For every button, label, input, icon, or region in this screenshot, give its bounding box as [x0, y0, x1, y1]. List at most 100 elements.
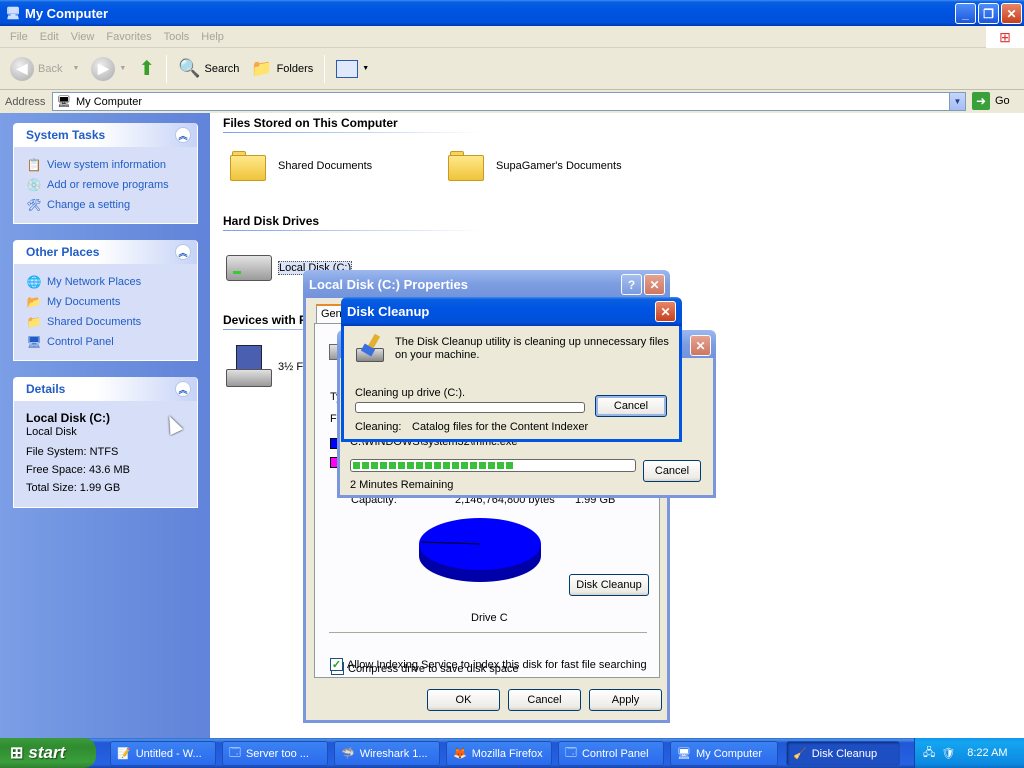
my-documents-link[interactable]: 📂 My Documents [26, 292, 191, 312]
menu-favorites[interactable]: Favorites [100, 31, 157, 43]
details-header[interactable]: Details ︽ [14, 377, 197, 401]
toolbar-separator [324, 54, 326, 83]
indexing-checkbox[interactable]: ✓ Allow Indexing Service to index this d… [330, 658, 647, 671]
menu-help[interactable]: Help [195, 31, 230, 43]
taskbar-item-my-computer[interactable]: 🖥 My Computer [670, 741, 778, 766]
cleaning-label: Cleaning: [355, 421, 402, 433]
back-button[interactable]: ◀ Back ▼ [6, 54, 83, 84]
menu-bar: File Edit View Favorites Tools Help ⊞ [0, 26, 1024, 48]
address-label: Address [5, 95, 46, 108]
scan-cancel-button[interactable]: Cancel [643, 460, 701, 482]
floppy-drive-icon [226, 345, 272, 389]
maximize-button[interactable]: ❐ [978, 3, 999, 24]
cleanup-titlebar[interactable]: Disk Cleanup ✕ [341, 297, 682, 326]
scan-remaining: 2 Minutes Remaining [350, 479, 454, 491]
hard-drive-icon [226, 255, 272, 281]
drive-pie-chart [419, 518, 541, 582]
my-computer-icon: 🖥 [677, 748, 691, 760]
clock[interactable]: 8:22 AM [967, 747, 1007, 759]
control-panel-link[interactable]: 🖥 Control Panel [26, 332, 191, 352]
add-remove-programs-link[interactable]: 💿 Add or remove programs [26, 175, 191, 195]
windows-logo-icon: ⊞ [986, 26, 1024, 48]
close-button[interactable]: ✕ [1001, 3, 1022, 24]
folder-icon [448, 151, 484, 181]
taskbar-item-server[interactable]: 🗔 Server too ... [222, 741, 328, 766]
search-icon: 🔍 [178, 58, 201, 78]
cleanup-progress-bar [355, 402, 585, 413]
network-tray-icon[interactable]: 🖧 [923, 744, 935, 763]
notepad-icon: 📝 [117, 748, 131, 760]
control-panel-icon: 🗔 [565, 747, 577, 759]
shared-documents-link[interactable]: 📁 Shared Documents [26, 312, 191, 332]
files-group-title: Files Stored on This Computer [223, 116, 398, 130]
chevron-down-icon: ▼ [72, 65, 80, 72]
collapse-icon[interactable]: ︽ [175, 244, 191, 260]
security-tray-icon[interactable]: 🛡 [941, 747, 955, 760]
my-network-places-link[interactable]: 🌐 My Network Places [26, 272, 191, 292]
chevron-down-icon: ▼ [119, 65, 127, 72]
go-button[interactable]: ➜ Go [972, 92, 1010, 110]
scan-progress-fill [353, 462, 513, 469]
hdd-group-title: Hard Disk Drives [223, 214, 320, 228]
address-input[interactable]: 🖥 My Computer ▼ [52, 92, 966, 111]
minimize-button[interactable]: _ [955, 3, 976, 24]
help-button[interactable]: ? [621, 274, 642, 295]
other-places-header[interactable]: Other Places ︽ [14, 240, 197, 264]
details-type: Local Disk [26, 426, 77, 438]
taskbar-item-wireshark[interactable]: 🦈 Wireshark 1... [334, 741, 440, 766]
my-computer-icon: 🖥 [57, 96, 71, 108]
apply-button[interactable]: Apply [589, 689, 662, 711]
divider [329, 632, 647, 633]
user-documents-item[interactable]: SupaGamer's Documents [448, 151, 622, 181]
window-titlebar[interactable]: 🖥 My Computer _ ❐ ✕ [0, 0, 1024, 26]
chevron-down-icon: ▼ [362, 65, 370, 72]
folder-icon [230, 151, 266, 181]
properties-titlebar[interactable]: Local Disk (C:) Properties ? ✕ [303, 270, 670, 298]
scan-progress-bar [350, 459, 636, 472]
collapse-icon[interactable]: ︽ [175, 381, 191, 397]
forward-button[interactable]: ▶ ▼ [87, 54, 130, 84]
up-button[interactable]: ⬆ [134, 53, 159, 84]
view-system-info-link[interactable]: 📋 View system information [26, 155, 191, 175]
menu-tools[interactable]: Tools [158, 31, 196, 43]
floppy-item[interactable]: 3½ F [226, 345, 303, 389]
start-button[interactable]: ⊞ start [0, 738, 96, 768]
taskbar-item-control-panel[interactable]: 🗔 Control Panel [558, 741, 664, 766]
toolbar: ◀ Back ▼ ▶ ▼ ⬆ 🔍 Search 📁 Folders ▼ [0, 48, 1024, 90]
close-button[interactable]: ✕ [655, 301, 676, 322]
task-pane: System Tasks ︽ 📋 View system information … [0, 113, 210, 738]
menu-view[interactable]: View [65, 31, 101, 43]
folders-button[interactable]: 📁 Folders [247, 56, 317, 82]
toolbar-separator [166, 54, 168, 83]
cancel-button[interactable]: Cancel [508, 689, 581, 711]
shared-documents-item[interactable]: Shared Documents [230, 151, 372, 181]
collapse-icon[interactable]: ︽ [175, 127, 191, 143]
taskbar-item-disk-cleanup[interactable]: 🧹 Disk Cleanup [786, 741, 900, 766]
properties-title: Local Disk (C:) Properties [309, 276, 468, 292]
system-tasks-header[interactable]: System Tasks ︽ [14, 123, 197, 147]
taskbar-item-firefox[interactable]: 🦊 Mozilla Firefox [446, 741, 552, 766]
change-setting-link[interactable]: 🛠 Change a setting [26, 195, 191, 215]
search-button[interactable]: 🔍 Search [174, 55, 243, 82]
folder-icon: 📁 [26, 315, 42, 329]
control-panel-icon: 🛠 [26, 198, 42, 212]
system-tasks-panel: System Tasks ︽ 📋 View system information … [13, 123, 198, 224]
menu-edit[interactable]: Edit [34, 31, 65, 43]
folders-icon: 📁 [251, 58, 273, 78]
address-dropdown-button[interactable]: ▼ [949, 93, 965, 110]
disk-cleanup-button[interactable]: Disk Cleanup [569, 574, 649, 596]
cleanup-cancel-button[interactable]: Cancel [595, 395, 667, 417]
menu-file[interactable]: File [4, 31, 34, 43]
network-icon: 🌐 [26, 275, 42, 289]
views-button[interactable]: ▼ [332, 57, 373, 81]
control-panel-icon: 🖥 [26, 335, 42, 349]
documents-folder-icon: 📂 [26, 295, 42, 309]
ok-button[interactable]: OK [427, 689, 500, 711]
group-rule [223, 132, 483, 133]
taskbar: ⊞ start 📝 Untitled - W... 🗔 Server too ...… [0, 738, 1024, 768]
disk-cleanup-icon [356, 333, 388, 364]
close-button[interactable]: ✕ [690, 335, 711, 356]
other-places-panel: Other Places ︽ 🌐 My Network Places 📂 My Do… [13, 240, 198, 361]
close-button[interactable]: ✕ [644, 274, 665, 295]
taskbar-item-notepad[interactable]: 📝 Untitled - W... [110, 741, 216, 766]
